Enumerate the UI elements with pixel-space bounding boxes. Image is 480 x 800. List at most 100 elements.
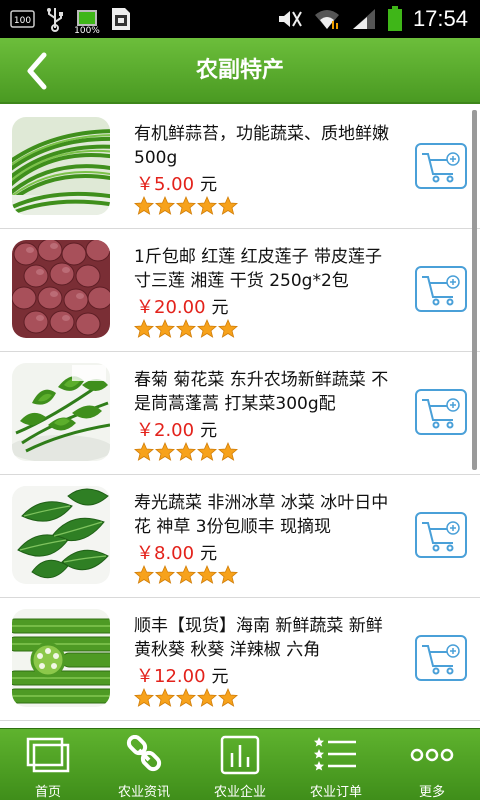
- star-icon: [176, 442, 196, 461]
- star-icon: [155, 319, 175, 338]
- nav-home[interactable]: 首页: [0, 729, 96, 800]
- star-list-icon: [314, 735, 358, 775]
- price-value: ￥8.00: [136, 543, 195, 564]
- rating-stars: [134, 319, 238, 339]
- usb-icon: [46, 6, 64, 32]
- battery-small-label: 100%: [74, 26, 100, 36]
- app-root: 100 100% 17:54 农副特产 有机鲜蒜苔，功能蔬菜、质地鲜嫩 500g…: [0, 0, 480, 800]
- chain-link-icon: [124, 735, 164, 775]
- add-to-cart-button[interactable]: [415, 512, 467, 558]
- signal-icon: [351, 7, 377, 31]
- product-image-chrysanthemum-greens[interactable]: [12, 363, 110, 461]
- star-icon: [197, 442, 217, 461]
- add-to-cart-button[interactable]: [415, 635, 467, 681]
- price-unit: 元: [200, 175, 218, 195]
- more-dots-icon: [410, 735, 454, 775]
- star-icon: [218, 196, 238, 215]
- star-icon: [218, 442, 238, 461]
- product-list[interactable]: 有机鲜蒜苔，功能蔬菜、质地鲜嫩 500g ￥5.00 元 1斤包邮 红莲 红皮莲…: [0, 106, 480, 728]
- add-to-cart-button[interactable]: [415, 389, 467, 435]
- star-icon: [218, 565, 238, 584]
- star-icon: [197, 565, 217, 584]
- price-value: ￥12.00: [136, 666, 206, 687]
- star-icon: [197, 196, 217, 215]
- product-name[interactable]: 顺丰【现货】海南 新鲜蔬菜 新鲜黄秋葵 秋葵 洋辣椒 六角: [134, 614, 396, 662]
- product-image-garlic-scapes[interactable]: [12, 117, 110, 215]
- star-icon: [134, 319, 154, 338]
- status-bar: 100 100% 17:54: [0, 0, 480, 38]
- star-icon: [176, 565, 196, 584]
- product-price: ￥12.00 元: [136, 662, 229, 688]
- sim-icon: [110, 6, 132, 32]
- star-icon: [176, 688, 196, 707]
- product-price: ￥5.00 元: [136, 170, 217, 196]
- product-image-red-lotus-seeds[interactable]: [12, 240, 110, 338]
- star-icon: [155, 442, 175, 461]
- product-price: ￥20.00 元: [136, 293, 229, 319]
- add-to-cart-button[interactable]: [415, 143, 467, 189]
- wifi-icon: [313, 7, 341, 31]
- list-scrollbar[interactable]: [472, 110, 477, 470]
- cart-add-icon: [422, 275, 460, 306]
- nav-label: 首页: [34, 785, 61, 800]
- star-icon: [155, 565, 175, 584]
- product-name[interactable]: 春菊 菊花菜 东升农场新鲜蔬菜 不是茼蒿蓬蒿 打某菜300g配: [134, 368, 396, 416]
- nav-label: 农业企业: [213, 785, 266, 800]
- star-icon: [134, 196, 154, 215]
- star-icon: [134, 688, 154, 707]
- product-item[interactable]: 寿光蔬菜 非洲冰草 冰菜 冰叶日中花 神草 3份包顺丰 现摘现 ￥8.00 元: [0, 475, 480, 598]
- product-name[interactable]: 1斤包邮 红莲 红皮莲子 带皮莲子 寸三莲 湘莲 干货 250g*2包: [134, 245, 396, 293]
- nav-label: 农业资讯: [117, 785, 170, 800]
- cart-add-icon: [422, 398, 460, 429]
- star-icon: [197, 688, 217, 707]
- product-item[interactable]: 有机鲜蒜苔，功能蔬菜、质地鲜嫩 500g ￥5.00 元: [0, 106, 480, 229]
- mute-icon: [277, 8, 303, 30]
- price-value: ￥5.00: [136, 174, 195, 195]
- star-icon: [155, 688, 175, 707]
- star-icon: [134, 442, 154, 461]
- nav-label: 更多: [418, 785, 445, 800]
- cart-add-icon: [422, 521, 460, 552]
- app-header: 农副特产: [0, 38, 480, 104]
- badge-label: 100: [14, 16, 31, 26]
- rating-stars: [134, 688, 238, 708]
- page-title: 农副特产: [195, 58, 284, 83]
- clock: 17:54: [412, 6, 468, 31]
- price-value: ￥20.00: [136, 297, 206, 318]
- nav-agri-orders[interactable]: 农业订单: [288, 729, 384, 800]
- star-icon: [218, 688, 238, 707]
- product-item[interactable]: 春菊 菊花菜 东升农场新鲜蔬菜 不是茼蒿蓬蒿 打某菜300g配 ￥2.00 元: [0, 352, 480, 475]
- product-item[interactable]: 顺丰【现货】海南 新鲜蔬菜 新鲜黄秋葵 秋葵 洋辣椒 六角 ￥12.00 元: [0, 598, 480, 721]
- star-icon: [218, 319, 238, 338]
- bottom-nav: 首页 农业资讯 农业企业 农业订单 更多: [0, 728, 480, 800]
- product-image-okra[interactable]: [12, 609, 110, 707]
- nav-agri-news[interactable]: 农业资讯: [96, 729, 192, 800]
- product-name[interactable]: 有机鲜蒜苔，功能蔬菜、质地鲜嫩 500g: [134, 122, 396, 170]
- price-unit: 元: [200, 421, 218, 441]
- nav-agri-enterprise[interactable]: 农业企业: [192, 729, 288, 800]
- star-icon: [197, 319, 217, 338]
- rating-stars: [134, 196, 238, 216]
- rating-stars: [134, 565, 238, 585]
- price-unit: 元: [211, 298, 229, 318]
- battery-icon: [387, 6, 403, 32]
- star-icon: [155, 196, 175, 215]
- star-icon: [134, 565, 154, 584]
- product-item[interactable]: 1斤包邮 红莲 红皮莲子 带皮莲子 寸三莲 湘莲 干货 250g*2包 ￥20.…: [0, 229, 480, 352]
- add-to-cart-button[interactable]: [415, 266, 467, 312]
- home-windows-icon: [26, 735, 70, 775]
- product-name[interactable]: 寿光蔬菜 非洲冰草 冰菜 冰叶日中花 神草 3份包顺丰 现摘现: [134, 491, 396, 539]
- nav-label: 农业订单: [309, 785, 362, 800]
- bar-chart-icon: [220, 735, 260, 775]
- back-button[interactable]: [14, 48, 60, 94]
- product-image-ice-plant-leaves[interactable]: [12, 486, 110, 584]
- nav-more[interactable]: 更多: [384, 729, 480, 800]
- product-price: ￥8.00 元: [136, 539, 217, 565]
- price-value: ￥2.00: [136, 420, 195, 441]
- star-icon: [176, 196, 196, 215]
- price-unit: 元: [200, 544, 218, 564]
- star-icon: [176, 319, 196, 338]
- cart-add-icon: [422, 152, 460, 183]
- cart-add-icon: [422, 644, 460, 675]
- battery-100-badge-icon: 100: [10, 9, 36, 29]
